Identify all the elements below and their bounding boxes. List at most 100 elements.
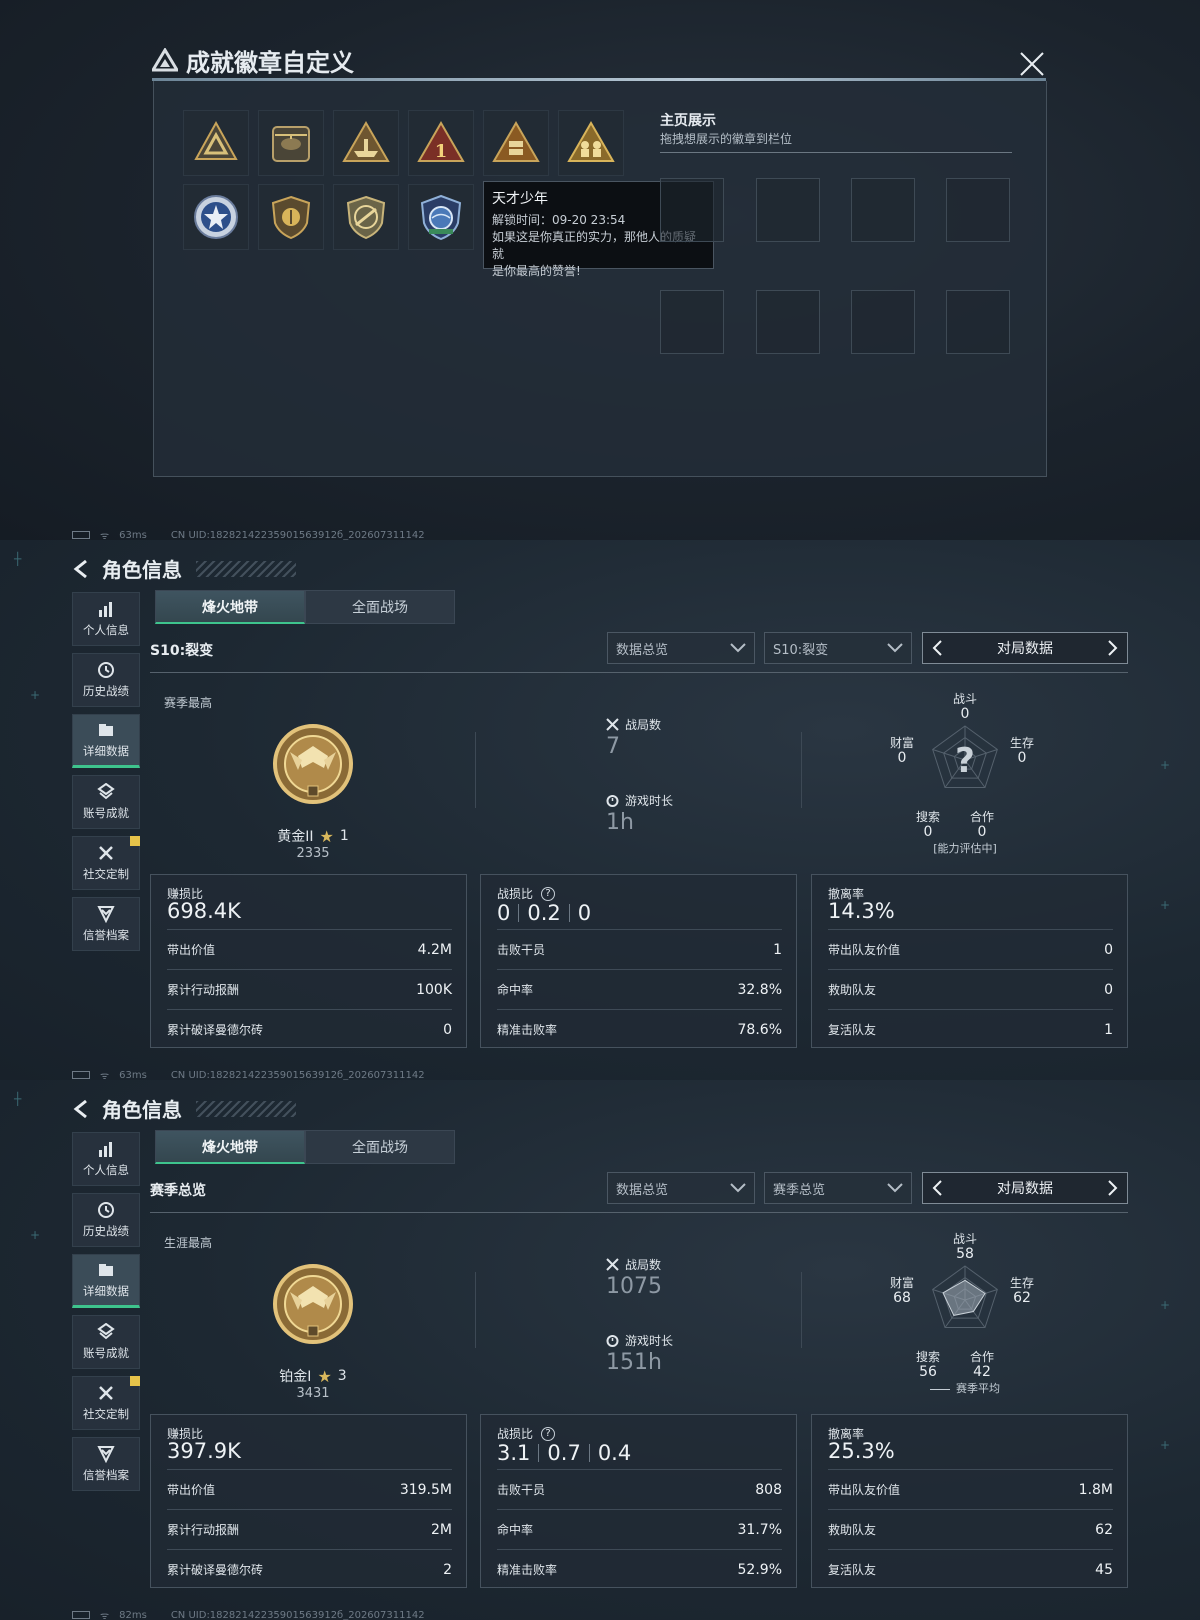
stat-value: 2 [443, 1561, 452, 1578]
nav-label: 详细数据 [83, 1284, 129, 1298]
season-dropdown[interactable]: 赛季总览 [764, 1172, 912, 1204]
crate-badge-icon [492, 121, 540, 162]
radar-value-search: 56 [919, 1364, 937, 1380]
stat-row: 命中率 31.7% [497, 1509, 782, 1549]
rank-name-row: 铂金I ★ 3 [200, 1366, 426, 1386]
chevron-left-icon[interactable] [931, 1180, 943, 1196]
profit-card: 赚损比 698.4K 带出价值 4.2M 累计行动报酬 100K 累计破译曼德尔砖 0 [150, 874, 467, 1048]
nav-detailed-data[interactable]: 详细数据 [72, 714, 140, 768]
showcase-slot[interactable] [660, 178, 724, 242]
back-arrow-icon[interactable] [70, 558, 92, 580]
nav-credit-record[interactable]: 信誉档案 [72, 1437, 140, 1491]
help-icon[interactable]: ? [541, 886, 556, 901]
soldiers-badge[interactable] [558, 110, 624, 176]
nav-personal-info[interactable]: 个人信息 [72, 592, 140, 646]
stat-value: 4.2M [417, 941, 452, 958]
nav-detailed-data[interactable]: 详细数据 [72, 1254, 140, 1308]
radar-label-combat: 战斗 [952, 692, 977, 706]
showcase-slot[interactable] [851, 290, 915, 354]
chevron-down-icon [730, 643, 746, 653]
nav-achievements[interactable]: 账号成就 [72, 1315, 140, 1369]
time-label: 游戏时长 [625, 794, 674, 808]
radar-value-wealth: 68 [893, 1290, 911, 1306]
stat-row: 击败干员 808 [497, 1469, 782, 1509]
globe-badge[interactable] [408, 184, 474, 250]
nav-label: 详细数据 [83, 744, 129, 758]
chevron-right-icon[interactable] [1107, 1180, 1119, 1196]
close-icon[interactable] [1018, 50, 1046, 78]
pyramid-badge[interactable] [183, 110, 249, 176]
kd-value-1: 3.1 [497, 1441, 531, 1465]
season-dropdown[interactable]: S10:裂变 [764, 632, 912, 664]
season-label: 赛季总览 [150, 1183, 206, 1199]
nav-label: 信誉档案 [83, 1468, 129, 1482]
battery-icon [72, 1071, 90, 1079]
time-value: 151h [606, 1350, 662, 1375]
nav-label: 账号成就 [83, 806, 129, 820]
radar-label-search: 搜索 [915, 1350, 940, 1364]
tab-hazard-zone[interactable]: 烽火地带 [155, 1130, 305, 1164]
tooltip-description-2: 是你最高的赞誉! [492, 264, 581, 278]
nav-match-history[interactable]: 历史战绩 [72, 1193, 140, 1247]
tab-full-battlefield[interactable]: 全面战场 [305, 590, 455, 624]
stat-label: 击败干员 [497, 1483, 546, 1497]
radar-label-coop: 合作 [969, 810, 994, 824]
stat-label: 复活队友 [828, 1563, 877, 1577]
stat-label: 带出队友价值 [828, 943, 901, 957]
tab-full-battlefield[interactable]: 全面战场 [305, 1130, 455, 1164]
rank-stars: 1 [339, 828, 349, 844]
stat-value: 319.5M [399, 1481, 452, 1498]
tab-hazard-zone[interactable]: 烽火地带 [155, 590, 305, 624]
helicopter-badge[interactable] [258, 110, 324, 176]
stopwatch-icon [606, 1335, 619, 1347]
rifle-shield-badge[interactable] [333, 184, 399, 250]
status-bar: ᯤ 63ms CN UID:18282142235901563912б_2026… [72, 1068, 425, 1080]
badge-customize-screen: 成就徽章自定义 1 天才少年 解锁时间：09-20 23:54 如果这是你真正的… [0, 0, 1200, 542]
nav-match-history[interactable]: 历史战绩 [72, 653, 140, 707]
radar-value-survival: 0 [1017, 750, 1027, 766]
dialog-title: 成就徽章自定义 [152, 44, 354, 77]
legend-line [930, 1388, 950, 1390]
back-arrow-icon[interactable] [70, 1098, 92, 1120]
showcase-slot[interactable] [946, 178, 1010, 242]
title-hatch-decor [196, 1100, 296, 1117]
rank-one-badge[interactable]: 1 [408, 110, 474, 176]
card-main-value: 698.4K [167, 899, 241, 923]
data-type-dropdown[interactable]: 数据总览 [607, 632, 755, 664]
stat-row: 救助队友 62 [828, 1509, 1113, 1549]
divider [538, 1444, 540, 1462]
chevron-down-icon [887, 1183, 903, 1193]
radar-value-survival: 62 [1013, 1290, 1031, 1306]
stat-label: 带出队友价值 [828, 1483, 901, 1497]
showcase-slot[interactable] [756, 290, 820, 354]
chevron-left-icon[interactable] [931, 640, 943, 656]
crate-badge[interactable] [483, 110, 549, 176]
nav-label: 历史战绩 [83, 1224, 129, 1238]
nav-credit-record[interactable]: 信誉档案 [72, 897, 140, 951]
pager-label: 对局数据 [997, 1181, 1053, 1197]
nav-social-custom[interactable]: 社交定制 [72, 1376, 140, 1430]
page-title: 角色信息 [102, 558, 182, 582]
stat-label: 累计行动报酬 [167, 1523, 240, 1537]
showcase-slot[interactable] [946, 290, 1010, 354]
nav-label: 社交定制 [83, 867, 129, 881]
boat-badge[interactable] [333, 110, 399, 176]
nav-social-custom[interactable]: 社交定制 [72, 836, 140, 890]
help-icon[interactable]: ? [541, 1426, 556, 1441]
showcase-slot[interactable] [756, 178, 820, 242]
showcase-slot[interactable] [660, 290, 724, 354]
star-seal-badge[interactable] [183, 184, 249, 250]
nav-achievements[interactable]: 账号成就 [72, 775, 140, 829]
tools-icon [99, 1386, 113, 1400]
chevron-right-icon[interactable] [1107, 640, 1119, 656]
rank-stars: 3 [337, 1368, 347, 1384]
radar-label-combat: 战斗 [952, 1232, 977, 1246]
nav-personal-info[interactable]: 个人信息 [72, 1132, 140, 1186]
showcase-slot[interactable] [851, 178, 915, 242]
ability-radar: 战斗 0 财富 0 生存 0 搜索 0 合作 0 ? [能力评估中] [890, 690, 1040, 860]
title-hatch-decor [196, 560, 296, 577]
data-type-dropdown[interactable]: 数据总览 [607, 1172, 755, 1204]
crossed-swords-icon [606, 1258, 619, 1271]
shield-coin-badge[interactable] [258, 184, 324, 250]
nav-label: 个人信息 [83, 623, 129, 637]
